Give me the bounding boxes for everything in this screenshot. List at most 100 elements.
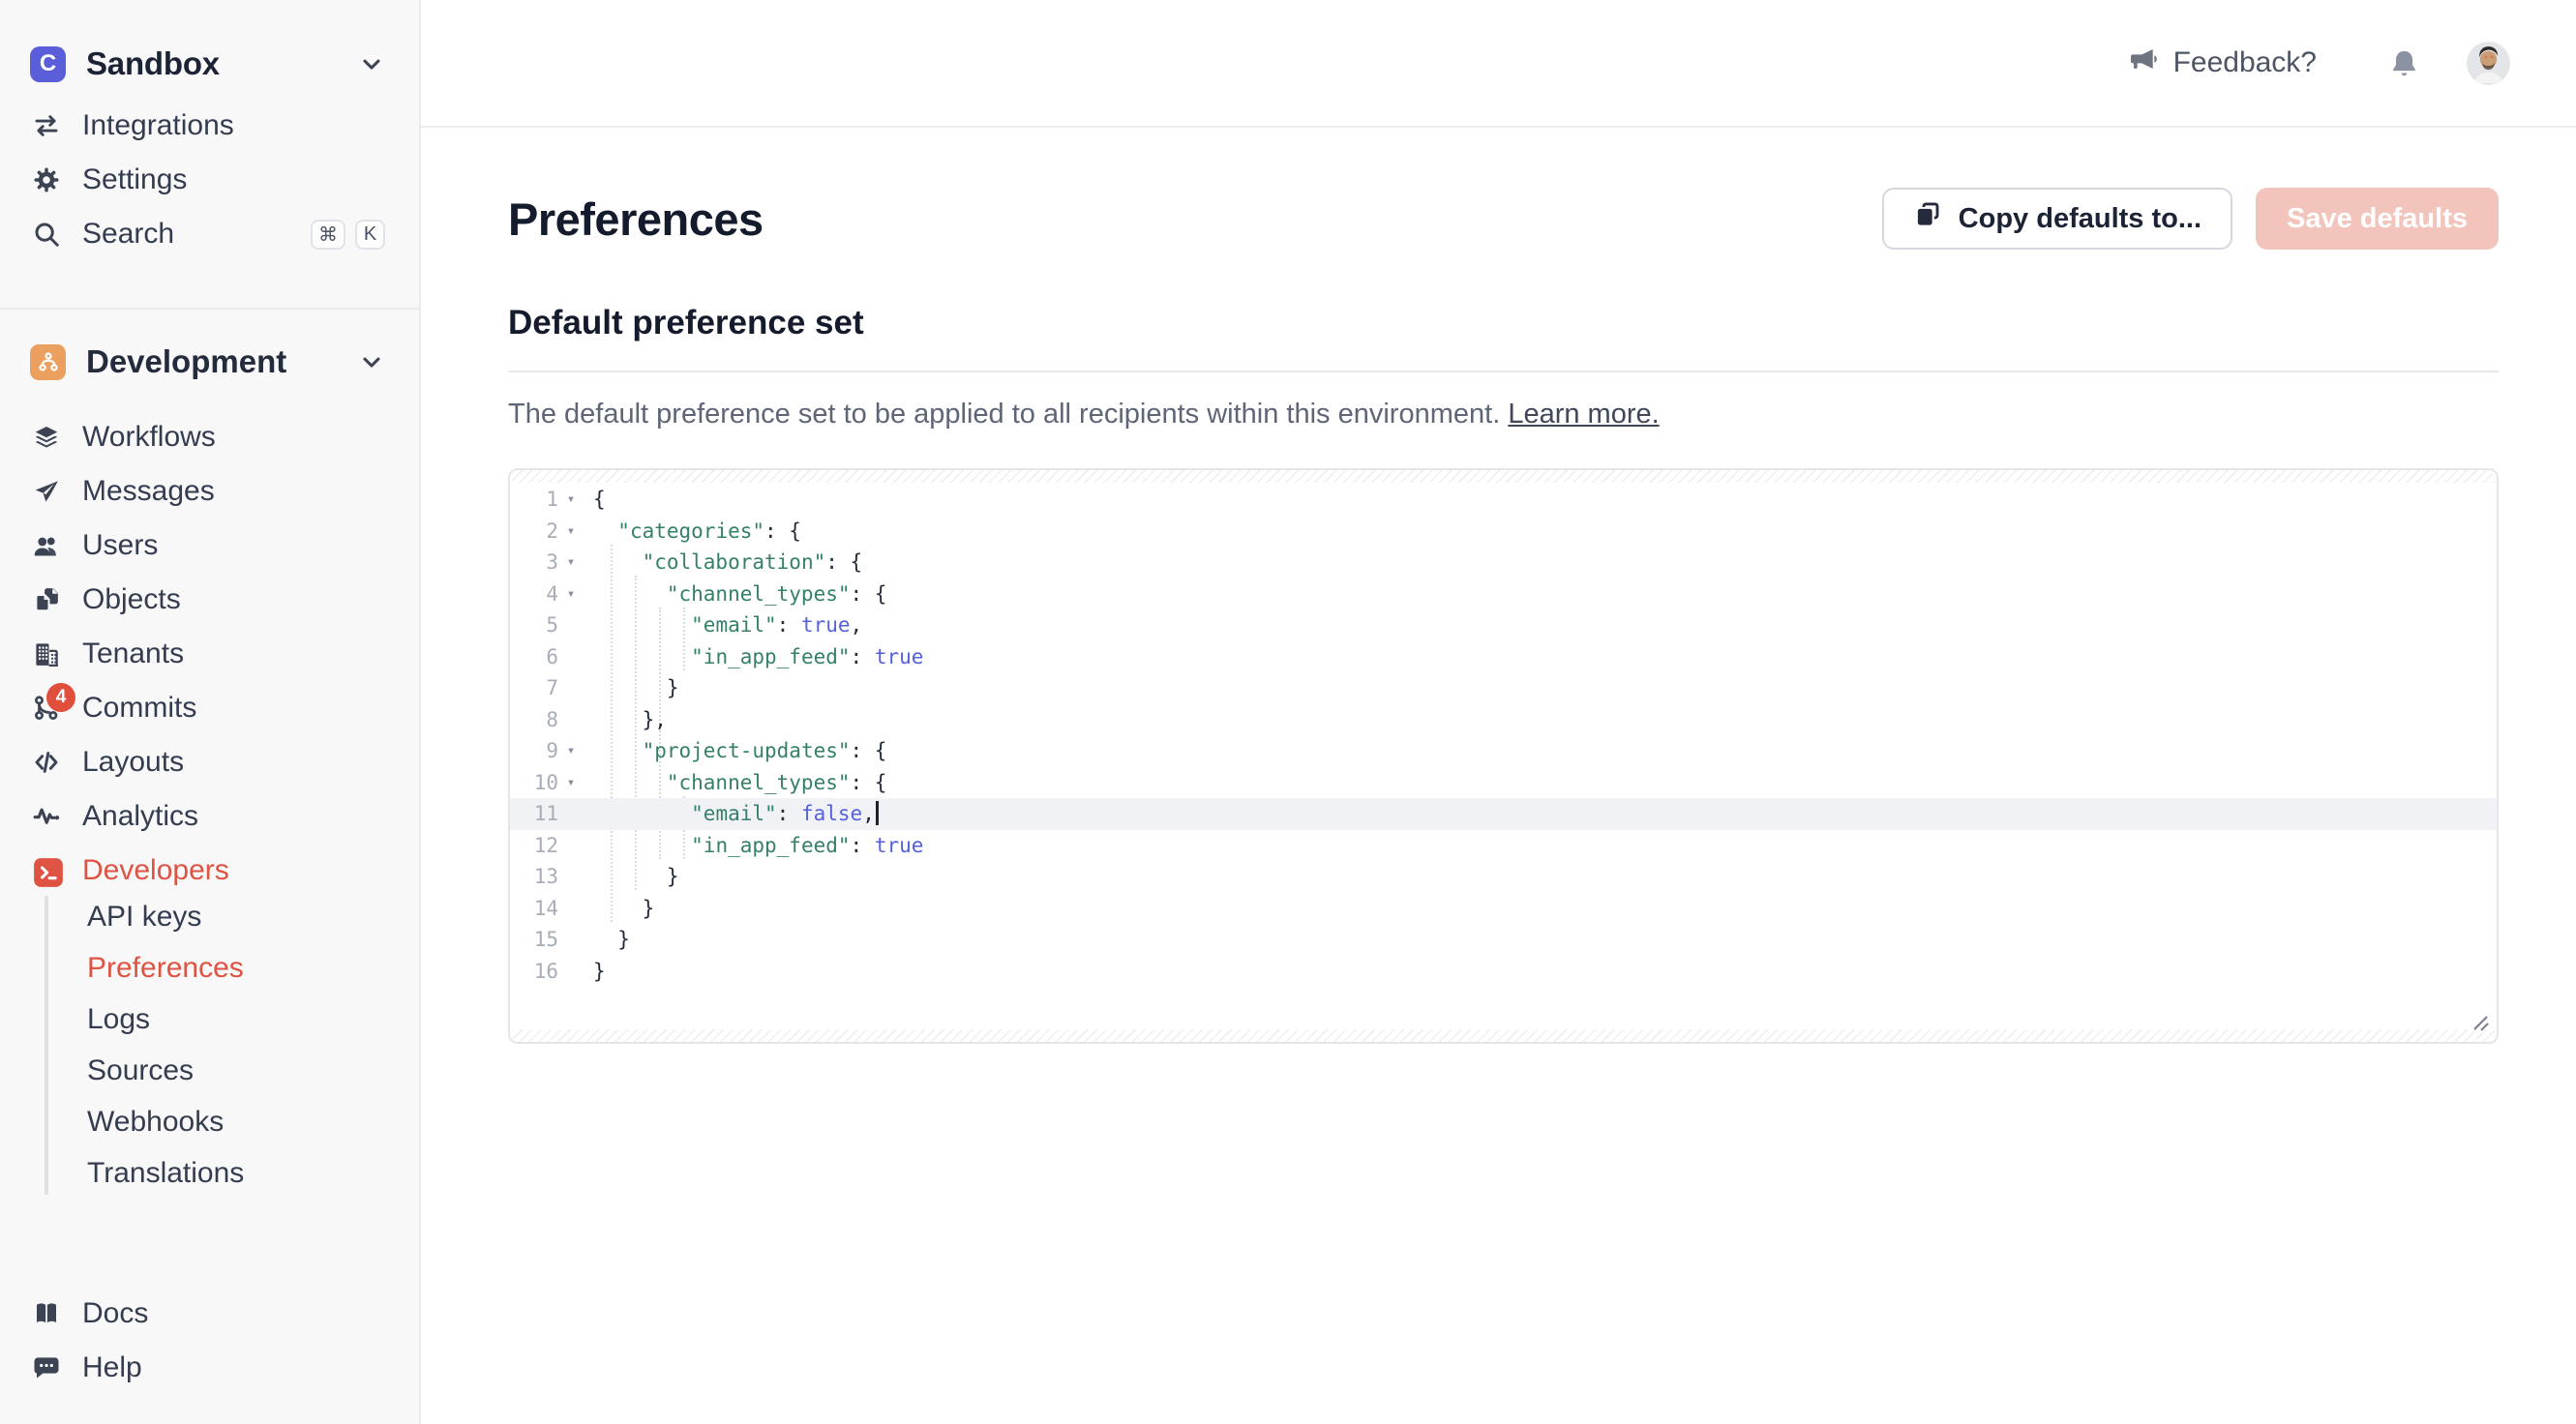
- sidebar-item-label: Help: [82, 1351, 142, 1384]
- search-shortcut: ⌘K: [311, 220, 385, 250]
- code-text: {: [584, 484, 606, 516]
- line-number: 13: [510, 861, 558, 893]
- sidebar-item-label: Layouts: [82, 746, 184, 779]
- line-number: 10: [510, 767, 558, 799]
- sidebar-subitem-label: Sources: [87, 1054, 194, 1087]
- editor-bottom-stripe: [512, 1029, 2495, 1042]
- json-code-editor[interactable]: 1▾{2▾ "categories": {3▾ "collaboration":…: [508, 468, 2499, 1044]
- sidebar-subitem-sources[interactable]: Sources: [87, 1050, 400, 1092]
- sidebar-item-users[interactable]: Users: [32, 524, 400, 567]
- page-content: Preferences Copy defaults to... Save def…: [508, 188, 2499, 1044]
- feedback-label: Feedback?: [2173, 46, 2317, 79]
- workspace-switcher[interactable]: C Sandbox: [30, 43, 385, 85]
- sidebar-item-label: Search: [82, 218, 174, 251]
- fold-gutter: [558, 641, 584, 673]
- line-number: 7: [510, 672, 558, 704]
- fold-arrow-icon[interactable]: ▾: [558, 767, 584, 799]
- line-number: 5: [510, 609, 558, 641]
- avatar[interactable]: [2467, 42, 2510, 85]
- layers-icon: [32, 423, 61, 452]
- fold-gutter: [558, 861, 584, 893]
- line-number: 12: [510, 830, 558, 862]
- git-branch-icon: 4: [32, 694, 61, 723]
- line-number: 4: [510, 578, 558, 610]
- copy-defaults-button[interactable]: Copy defaults to...: [1882, 188, 2232, 250]
- code-line-4: 4▾ "channel_types": {: [510, 578, 2497, 610]
- sidebar-item-analytics[interactable]: Analytics: [32, 795, 400, 838]
- line-number: 8: [510, 704, 558, 736]
- fold-gutter: [558, 704, 584, 736]
- section-heading: Default preference set: [508, 304, 2499, 346]
- code-text: "collaboration": {: [584, 547, 862, 578]
- commits-count-badge: 4: [46, 683, 75, 712]
- code-text: "email": false,: [584, 798, 879, 830]
- fold-gutter: [558, 924, 584, 956]
- code-text: }: [584, 924, 630, 956]
- code-text: "in_app_feed": true: [584, 641, 923, 673]
- learn-more-link[interactable]: Learn more.: [1508, 399, 1659, 430]
- users-icon: [32, 531, 61, 560]
- sidebar-item-workflows[interactable]: Workflows: [32, 416, 400, 459]
- fold-gutter: [558, 956, 584, 988]
- code-line-1: 1▾{: [510, 484, 2497, 516]
- sidebar-env-nav: WorkflowsMessagesUsersObjectsTenants4Com…: [0, 416, 419, 892]
- sidebar-item-settings[interactable]: Settings: [32, 159, 400, 201]
- sidebar-developers-subnav: API keys Preferences Logs Sources Webhooks Tr…: [45, 896, 400, 1195]
- sidebar-item-integrations[interactable]: Integrations: [32, 104, 400, 147]
- sidebar-item-label: Tenants: [82, 638, 184, 670]
- code-text: },: [584, 704, 667, 736]
- sidebar-item-label: Settings: [82, 163, 187, 196]
- sidebar-item-objects[interactable]: Objects: [32, 578, 400, 621]
- sidebar-item-label: Users: [82, 529, 158, 562]
- sidebar-item-layouts[interactable]: Layouts: [32, 741, 400, 784]
- gear-icon: [32, 165, 61, 194]
- sidebar-item-search[interactable]: Search ⌘K: [32, 213, 400, 255]
- fold-arrow-icon[interactable]: ▾: [558, 547, 584, 578]
- line-number: 2: [510, 516, 558, 548]
- fold-arrow-icon[interactable]: ▾: [558, 516, 584, 548]
- code-line-15: 15 }: [510, 924, 2497, 956]
- sidebar-subitem-api-keys[interactable]: API keys: [87, 896, 400, 938]
- resize-handle-icon[interactable]: [2469, 1010, 2492, 1037]
- notifications-bell-icon[interactable]: [2388, 47, 2420, 79]
- line-number: 1: [510, 484, 558, 516]
- code-lines: 1▾{2▾ "categories": {3▾ "collaboration":…: [510, 484, 2497, 987]
- fold-arrow-icon[interactable]: ▾: [558, 484, 584, 516]
- sidebar-subitem-label: Logs: [87, 1003, 150, 1036]
- documents-icon: [32, 585, 61, 614]
- fold-arrow-icon[interactable]: ▾: [558, 735, 584, 767]
- copy-icon: [1913, 200, 1942, 237]
- sidebar-subitem-logs[interactable]: Logs: [87, 998, 400, 1041]
- text-cursor: [876, 801, 879, 825]
- sidebar-item-label: Developers: [82, 854, 229, 887]
- sidebar-item-help[interactable]: Help: [32, 1347, 400, 1389]
- sidebar-item-docs[interactable]: Docs: [32, 1292, 400, 1335]
- fold-arrow-icon[interactable]: ▾: [558, 578, 584, 610]
- sidebar-item-commits[interactable]: 4 Commits: [32, 687, 400, 729]
- sidebar-item-label: Commits: [82, 692, 196, 725]
- sidebar-item-label: Workflows: [82, 421, 216, 454]
- code-line-11: 11 "email": false,: [510, 798, 2497, 830]
- sidebar-item-messages[interactable]: Messages: [32, 470, 400, 513]
- feedback-button[interactable]: Feedback?: [2127, 44, 2317, 82]
- book-icon: [32, 1299, 61, 1328]
- environment-switcher[interactable]: Development: [30, 341, 385, 383]
- sidebar-item-tenants[interactable]: Tenants: [32, 633, 400, 675]
- sidebar-item-developers[interactable]: Developers: [32, 849, 400, 892]
- chevron-down-icon[interactable]: [358, 50, 385, 77]
- chevron-down-icon[interactable]: [358, 348, 385, 375]
- save-defaults-button[interactable]: Save defaults: [2256, 188, 2499, 250]
- code-line-5: 5 "email": true,: [510, 609, 2497, 641]
- sidebar-subitem-label: Preferences: [87, 952, 244, 985]
- code-line-9: 9▾ "project-updates": {: [510, 735, 2497, 767]
- main-area: Feedback? Preferences Copy defaults to..…: [421, 0, 2576, 1044]
- editor-top-stripe: [512, 470, 2495, 483]
- sidebar-subitem-translations[interactable]: Translations: [87, 1152, 400, 1195]
- sidebar-subitem-preferences[interactable]: Preferences: [87, 947, 400, 990]
- environment-icon: [30, 344, 66, 380]
- sidebar-subitem-webhooks[interactable]: Webhooks: [87, 1101, 400, 1143]
- page-title: Preferences: [508, 193, 764, 246]
- sidebar: C Sandbox Integrations Settings Search ⌘K D…: [0, 0, 421, 1424]
- kbd-key: K: [355, 220, 385, 250]
- code-line-2: 2▾ "categories": {: [510, 516, 2497, 548]
